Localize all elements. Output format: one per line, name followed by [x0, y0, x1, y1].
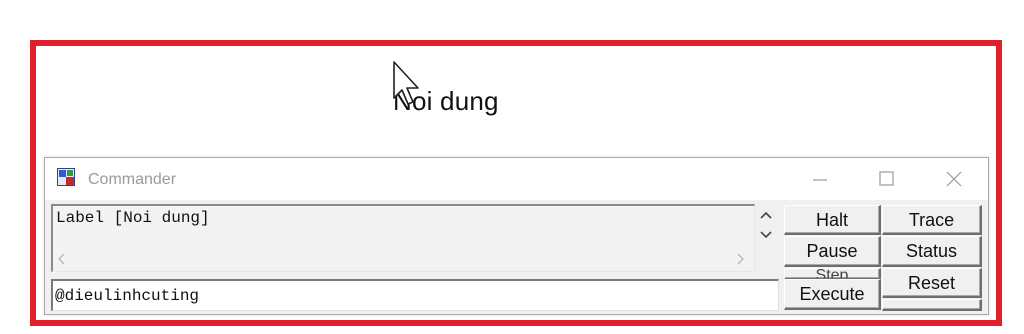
halt-button[interactable]: Halt [784, 205, 881, 235]
mouse-cursor-icon [393, 61, 419, 105]
horizontal-scrollbar[interactable] [51, 246, 755, 272]
title-bar[interactable]: Commander [45, 158, 988, 200]
close-icon[interactable] [944, 169, 964, 189]
blank-button[interactable] [882, 299, 982, 311]
scroll-right-icon[interactable] [735, 252, 745, 266]
commander-window: Commander Label [Noi dung] Halt Trac [44, 157, 989, 315]
maximize-icon[interactable] [876, 169, 896, 189]
commander-app-icon [57, 168, 75, 186]
minimize-icon[interactable] [810, 169, 830, 189]
window-title: Commander [88, 171, 177, 188]
execute-button[interactable]: Execute [784, 279, 881, 310]
vertical-scrollbar[interactable] [755, 204, 777, 246]
output-text: Label [Noi dung] [56, 209, 210, 227]
reset-button[interactable]: Reset [882, 268, 982, 298]
command-input[interactable] [51, 279, 779, 311]
trace-button[interactable]: Trace [882, 205, 982, 235]
scroll-left-icon[interactable] [57, 252, 67, 266]
pause-button[interactable]: Pause [784, 236, 881, 267]
status-button[interactable]: Status [882, 236, 982, 267]
scroll-up-icon[interactable] [759, 210, 773, 220]
scroll-down-icon[interactable] [759, 230, 773, 240]
